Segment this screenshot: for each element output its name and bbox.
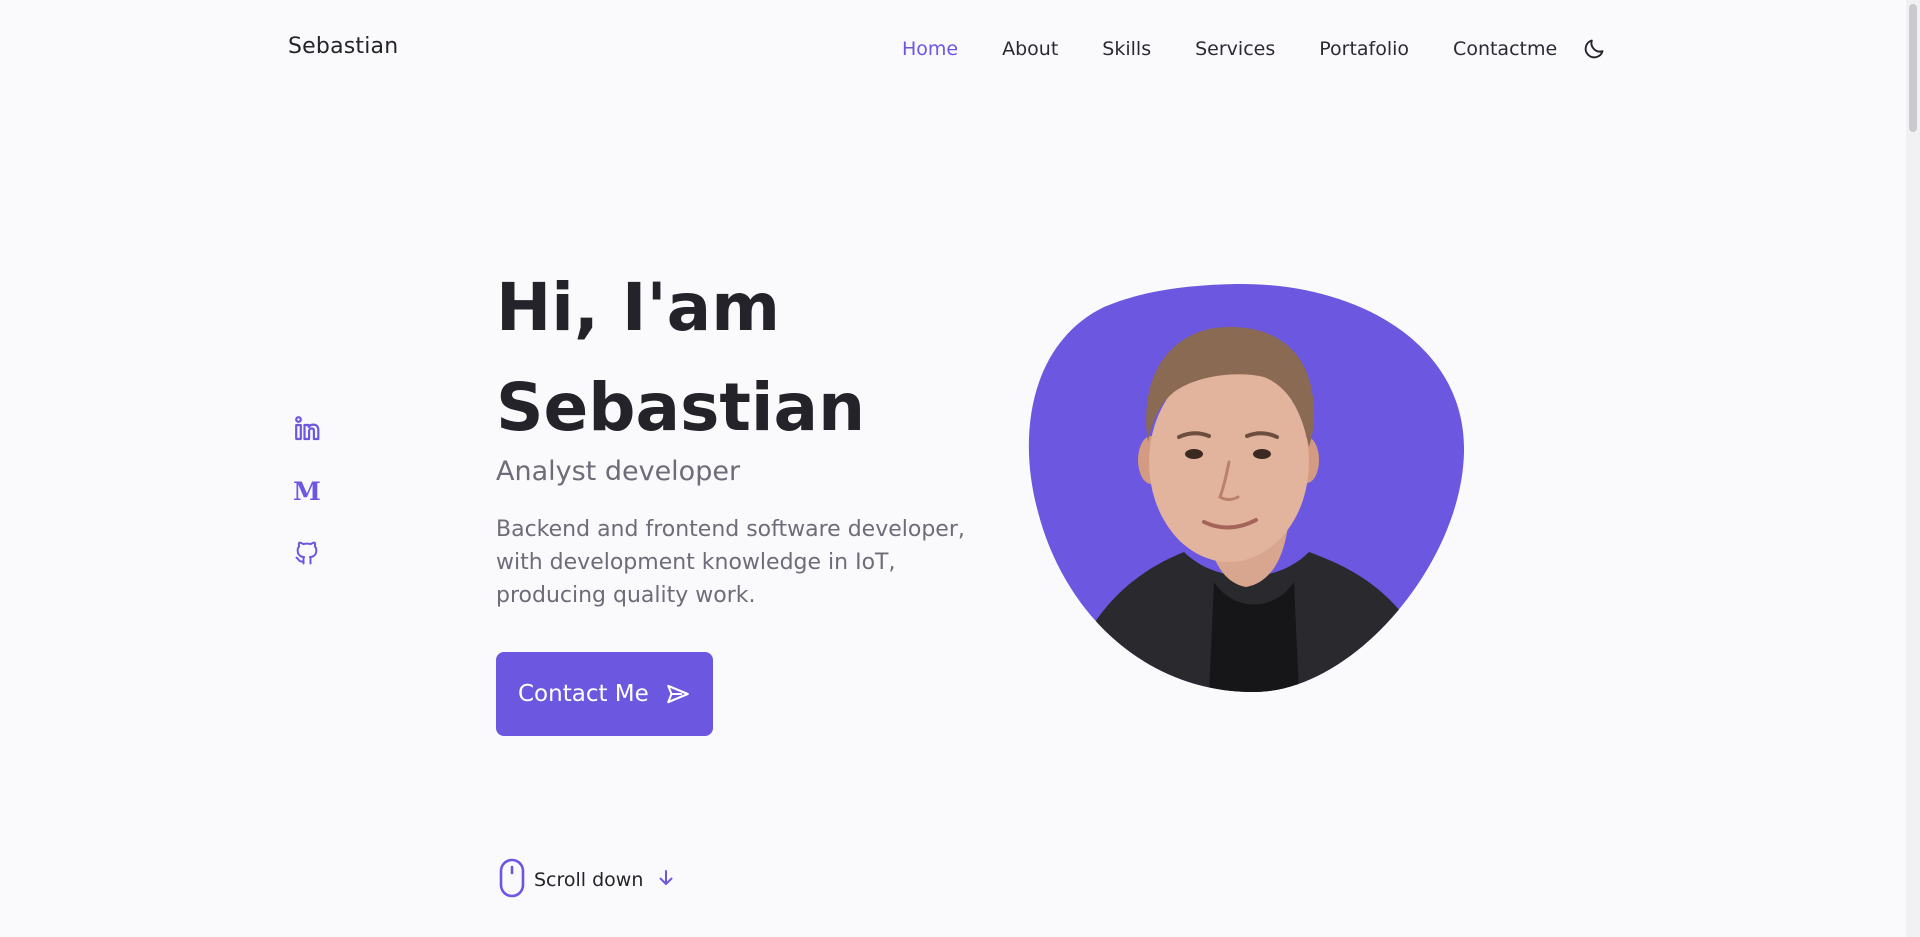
- profile-photo: [1024, 282, 1468, 694]
- hero-title-line2: Sebastian: [496, 369, 866, 446]
- header: Sebastian Home About Skills Services Por…: [0, 0, 1906, 96]
- contact-me-button[interactable]: Contact Me: [496, 652, 713, 736]
- social-links: M: [292, 414, 322, 568]
- medium-glyph: M: [293, 476, 321, 506]
- send-icon: [665, 681, 691, 707]
- nav-portafolio[interactable]: Portafolio: [1319, 38, 1409, 60]
- mouse-icon: [498, 858, 526, 902]
- scroll-down-link[interactable]: Scroll down: [498, 858, 675, 902]
- linkedin-icon[interactable]: [292, 414, 322, 444]
- site-logo[interactable]: Sebastian: [288, 34, 398, 59]
- page-scrollbar[interactable]: [1906, 0, 1920, 937]
- nav-services[interactable]: Services: [1195, 38, 1275, 60]
- scrollbar-thumb[interactable]: [1909, 4, 1917, 132]
- moon-icon[interactable]: [1581, 36, 1607, 62]
- hero-title-line1: Hi, I'am: [496, 269, 780, 346]
- scroll-down-label: Scroll down: [534, 869, 644, 891]
- hero-description: Backend and frontend software developer,…: [496, 517, 965, 608]
- hero-title: Hi, I'am Sebastian: [496, 258, 996, 458]
- arrow-down-icon: [657, 869, 675, 891]
- hero-subtitle: Analyst developer: [496, 456, 741, 487]
- github-icon[interactable]: [292, 538, 322, 568]
- hero-text: Hi, I'am Sebastian Analyst developer Bac…: [496, 258, 996, 612]
- nav-about[interactable]: About: [1002, 38, 1058, 60]
- nav-contactme[interactable]: Contactme: [1453, 38, 1557, 60]
- main-nav: Home About Skills Services Portafolio Co…: [902, 36, 1607, 62]
- nav-home[interactable]: Home: [902, 38, 958, 60]
- nav-skills[interactable]: Skills: [1102, 38, 1151, 60]
- contact-me-label: Contact Me: [518, 681, 649, 707]
- medium-icon[interactable]: M: [292, 476, 322, 506]
